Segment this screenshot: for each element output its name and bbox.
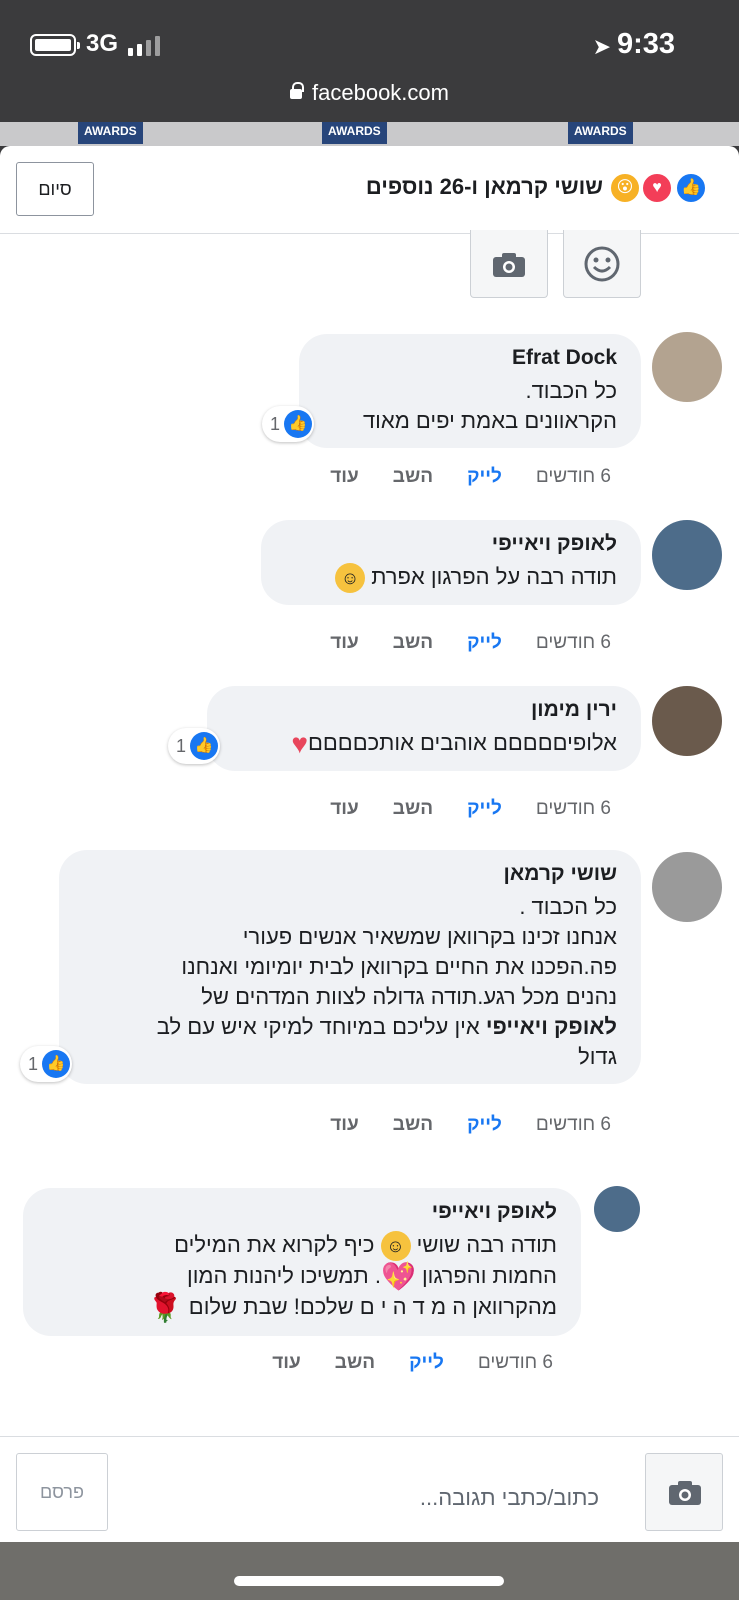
reply-link[interactable]: השב — [393, 632, 433, 654]
network-label: 3G — [86, 30, 119, 57]
like-icon: 👍 — [42, 1050, 71, 1078]
comment-author[interactable]: Efrat Dock — [319, 346, 617, 370]
reply-link[interactable]: השב — [393, 798, 433, 820]
reply-link[interactable]: השב — [393, 1114, 433, 1136]
like-count: 1 — [270, 413, 281, 434]
more-link[interactable]: עוד — [330, 466, 359, 488]
comment-text: פה.הפכנו את החיים בקרוואן לבית יומיומי ו… — [181, 954, 617, 979]
avatar[interactable] — [652, 852, 722, 922]
comment-text: אנחנו זכינו בקרוואן שמשאיר אנשים פעורי — [242, 924, 617, 949]
like-link[interactable]: לייק — [467, 632, 502, 654]
like-count-badge[interactable]: 1 👍 — [262, 406, 315, 442]
comment-author[interactable]: שושי קרמאן — [79, 862, 617, 886]
reply-link[interactable]: השב — [335, 1352, 375, 1374]
comment-text: הקראוונים באמת יפים מאוד — [362, 408, 617, 433]
avatar[interactable] — [652, 520, 722, 590]
battery-icon — [30, 34, 80, 56]
comment-text: נהנים מכל רגע.תודה גדולה לצוות המדהים של — [201, 984, 617, 1009]
like-count-badge[interactable]: 1 👍 — [20, 1046, 73, 1082]
reply-link[interactable]: השב — [393, 466, 433, 488]
comment-time: 6 חודשים — [535, 466, 611, 487]
comment-actions: 6 חודשים לייק השב עוד — [330, 466, 611, 488]
smile-emoji-icon: ☺ — [380, 1231, 411, 1262]
background-image — [0, 1542, 739, 1600]
comment-composer: פרסם כתוב/כתבי תגובה... — [0, 1436, 739, 1542]
more-link[interactable]: עוד — [330, 798, 359, 820]
like-link[interactable]: לייק — [467, 798, 502, 820]
comment-text: תודה רבה שושי ☺ כיף לקרוא את המילים — [43, 1230, 557, 1262]
clock: 9:33 — [616, 28, 675, 60]
rose-icon: 🌹 — [147, 1292, 183, 1324]
comment-text: תודה רבה על הפרגון אפרת ☺ — [281, 562, 617, 594]
smiley-icon — [584, 246, 620, 282]
wow-reaction-icon: 😮 — [609, 172, 641, 204]
heart-emoji-icon: ♥ — [291, 728, 308, 760]
emoji-button[interactable] — [563, 230, 641, 298]
comment-author[interactable]: לאופק ויאייפי — [43, 1200, 557, 1224]
comment-text: אלופיםםםםם אוהבים אותכםםםם♥ — [291, 728, 617, 760]
comment-time: 6 חודשים — [477, 1352, 553, 1373]
love-reaction-icon: ♥ — [641, 172, 673, 204]
like-count: 1 — [176, 735, 187, 756]
awards-label: AWARDS — [568, 122, 633, 144]
home-indicator[interactable] — [234, 1576, 504, 1586]
camera-icon — [669, 1481, 701, 1505]
reactors-text[interactable]: שושי קרמאן ו-26 נוספים — [366, 174, 603, 200]
avatar[interactable] — [652, 686, 722, 756]
avatar[interactable] — [652, 332, 722, 402]
like-count-badge[interactable]: 1 👍 — [168, 728, 221, 764]
post-button[interactable]: פרסם — [16, 1453, 108, 1531]
url-text: facebook.com — [312, 80, 449, 105]
sheet-header: סיום שושי קרמאן ו-26 נוספים 😮 ♥ 👍 — [0, 146, 739, 234]
location-icon: ➤ — [592, 34, 611, 59]
comment-author[interactable]: ירין מימון — [227, 698, 617, 722]
camera-icon — [493, 253, 525, 277]
like-link[interactable]: לייק — [467, 1114, 502, 1136]
signal-icon — [128, 36, 164, 56]
like-link[interactable]: לייק — [409, 1352, 444, 1374]
like-icon: 👍 — [284, 410, 313, 438]
composer-camera-button[interactable] — [645, 1453, 723, 1531]
comment-text: החמות והפרגון 💖. תמשיכו ליהנות המון — [186, 1261, 557, 1293]
camera-button[interactable] — [470, 230, 548, 298]
awards-label: AWARDS — [322, 122, 387, 144]
sparkling-heart-icon: 💖 — [380, 1261, 416, 1293]
comment-time: 6 חודשים — [535, 798, 611, 819]
like-reaction-icon: 👍 — [675, 172, 707, 204]
more-link[interactable]: עוד — [272, 1352, 301, 1374]
address-bar[interactable]: facebook.com — [0, 80, 739, 106]
like-icon: 👍 — [190, 732, 219, 760]
done-button[interactable]: סיום — [16, 162, 94, 216]
more-link[interactable]: עוד — [330, 1114, 359, 1136]
comment-text: גדול — [578, 1044, 617, 1069]
comment-author[interactable]: לאופק ויאייפי — [281, 532, 617, 556]
comment-time: 6 חודשים — [535, 632, 611, 653]
comment-text: כל הכבוד. — [525, 378, 617, 403]
comment-text: מהקרוואן ה מ ד ה י ם שלכם! שבת שלום 🌹 — [147, 1292, 557, 1324]
comments-sheet: סיום שושי קרמאן ו-26 נוספים 😮 ♥ 👍 Efrat … — [0, 146, 739, 1542]
comment-bubble: שושי קרמאן כל הכבוד . אנחנו זכינו בקרווא… — [59, 850, 641, 1084]
reply-input[interactable]: כתוב/כתבי תגובה... — [420, 1485, 599, 1511]
mention-link[interactable]: לאופק ויאייפי — [486, 1014, 617, 1039]
comment-bubble: לאופק ויאייפי תודה רבה שושי ☺ כיף לקרוא … — [23, 1188, 581, 1336]
more-link[interactable]: עוד — [330, 632, 359, 654]
like-link[interactable]: לייק — [467, 466, 502, 488]
avatar[interactable] — [594, 1186, 640, 1232]
comment-actions: 6 חודשים לייק השב עוד — [330, 1114, 611, 1136]
comment-bubble: Efrat Dock כל הכבוד. הקראוונים באמת יפים… — [299, 334, 641, 448]
comment-time: 6 חודשים — [535, 1114, 611, 1135]
smile-emoji-icon: ☺ — [335, 563, 366, 594]
comment-bubble: ירין מימון אלופיםםםםם אוהבים אותכםםםם♥ — [207, 686, 641, 772]
lock-icon — [290, 82, 305, 99]
awards-label: AWARDS — [78, 122, 143, 144]
comment-bubble: לאופק ויאייפי תודה רבה על הפרגון אפרת ☺ — [261, 520, 641, 606]
status-bar: 3G ➤ 9:33 facebook.com — [0, 0, 739, 128]
comment-text: כל הכבוד . — [519, 894, 617, 919]
comment-actions: 6 חודשים לייק השב עוד — [330, 632, 611, 654]
comment-text: לאופק ויאייפי אין עליכם במיוחד למיקי איש… — [156, 1014, 617, 1039]
comment-actions: 6 חודשים לייק השב עוד — [330, 798, 611, 820]
background-banner: AWARDS AWARDS AWARDS — [0, 122, 739, 146]
like-count: 1 — [28, 1053, 39, 1074]
comment-actions: 6 חודשים לייק השב עוד — [272, 1352, 553, 1374]
